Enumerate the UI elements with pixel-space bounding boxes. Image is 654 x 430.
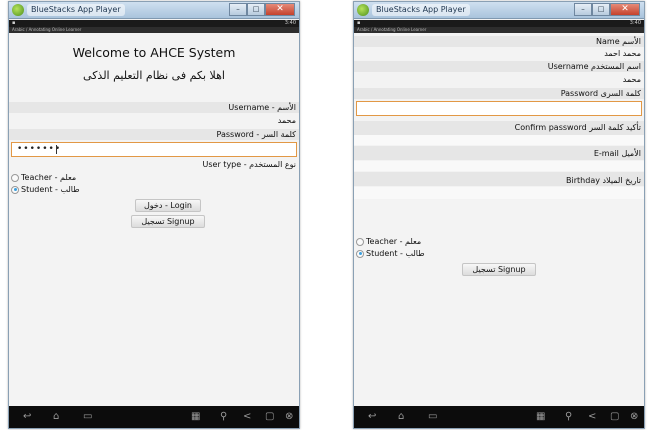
recent-apps-icon[interactable]: ▭ (83, 411, 92, 423)
screen-icon[interactable]: ▢ (610, 411, 619, 423)
radio-student-label: Student - طالب (21, 185, 80, 194)
password-label: كلمة السر - Password (216, 130, 296, 139)
radio-student-circle[interactable] (11, 185, 19, 194)
window-title: BlueStacks App Player (372, 4, 470, 16)
radio-teacher-circle[interactable] (11, 173, 19, 182)
radio-teacher-circle[interactable] (356, 237, 364, 246)
window-titlebar: BlueStacks App Player – □ ✕ (9, 2, 299, 19)
android-status-bar: ▪ 3:40 (354, 20, 644, 27)
password-value: ••••••• (17, 144, 62, 154)
username-label: اسم المستخدم Username (547, 62, 641, 71)
settings-icon[interactable]: ⊗ (630, 411, 638, 423)
bluestacks-logo-icon (12, 4, 24, 16)
android-nav-bar: ↩ ⌂ ▭ ▦ ⚲ < ▢ ⊗ (354, 406, 644, 428)
login-button[interactable]: دخول - Login (135, 199, 201, 212)
status-time: 3:40 (629, 20, 641, 26)
usertype-label: نوع المستخدم - User type (202, 160, 296, 169)
username-field[interactable]: محمد (278, 116, 296, 125)
name-label: الأسم Name (596, 37, 641, 46)
home-icon[interactable]: ⌂ (53, 411, 59, 423)
radio-teacher-label: Teacher - معلم (21, 173, 77, 182)
bluestacks-logo-icon (357, 4, 369, 16)
settings-icon[interactable]: ⊗ (285, 411, 293, 423)
name-field[interactable]: محمد احمد (604, 49, 641, 58)
home-icon[interactable]: ⌂ (398, 411, 404, 423)
text-cursor (56, 145, 57, 154)
login-form: Welcome to AHCE System اهلا بكم فى نظام … (9, 33, 299, 408)
radio-student[interactable]: Student - طالب (11, 184, 80, 195)
signup-form: الأسم Name محمد احمد اسم المستخدم Userna… (354, 33, 644, 408)
birthday-field[interactable] (354, 187, 644, 199)
maximize-icon[interactable]: □ (247, 3, 265, 16)
window-title: BlueStacks App Player (27, 4, 125, 16)
status-time: 3:40 (284, 20, 296, 26)
share-icon[interactable]: < (243, 411, 251, 423)
password-field[interactable] (356, 101, 642, 116)
android-status-bar: ▪ 3:40 (9, 20, 299, 27)
confirm-password-field[interactable] (354, 135, 644, 145)
email-field[interactable] (354, 161, 644, 171)
radio-student-circle[interactable] (356, 249, 364, 258)
username-label: الأسم - Username (228, 103, 296, 112)
back-icon[interactable]: ↩ (368, 411, 376, 423)
signup-button[interactable]: تسجيل Signup (462, 263, 536, 276)
confirm-password-label: تأكيد كلمة السر Confirm password (514, 123, 641, 132)
close-icon[interactable]: ✕ (610, 3, 640, 16)
signup-emulator-window: BlueStacks App Player – □ ✕ ▪ 3:40 Arabi… (353, 1, 645, 429)
radio-teacher[interactable]: Teacher - معلم (11, 172, 76, 183)
close-icon[interactable]: ✕ (265, 3, 295, 16)
password-field[interactable]: ••••••• (11, 142, 297, 157)
email-label: الأميل E-mail (593, 149, 641, 158)
location-icon[interactable]: ⚲ (220, 411, 227, 423)
radio-teacher[interactable]: Teacher - معلم (356, 236, 421, 247)
window-titlebar: BlueStacks App Player – □ ✕ (354, 2, 644, 19)
welcome-title: Welcome to AHCE System (72, 45, 236, 60)
keyboard-icon[interactable]: ▦ (191, 411, 200, 423)
arabic-welcome: اهلا بكم فى نظام التعليم الذكى (83, 69, 225, 82)
notification-icon: ▪ (12, 20, 16, 26)
radio-teacher-label: Teacher - معلم (366, 237, 422, 246)
signup-button[interactable]: تسجيل Signup (131, 215, 205, 228)
birthday-label: تاريخ الميلاد Birthday (566, 176, 641, 185)
login-emulator-window: BlueStacks App Player – □ ✕ ▪ 3:40 Arabi… (8, 1, 300, 429)
location-icon[interactable]: ⚲ (565, 411, 572, 423)
back-icon[interactable]: ↩ (23, 411, 31, 423)
screen-icon[interactable]: ▢ (265, 411, 274, 423)
android-nav-bar: ↩ ⌂ ▭ ▦ ⚲ < ▢ ⊗ (9, 406, 299, 428)
keyboard-icon[interactable]: ▦ (536, 411, 545, 423)
minimize-icon[interactable]: – (574, 3, 592, 16)
share-icon[interactable]: < (588, 411, 596, 423)
username-field[interactable]: محمد (623, 75, 641, 84)
recent-apps-icon[interactable]: ▭ (428, 411, 437, 423)
minimize-icon[interactable]: – (229, 3, 247, 16)
maximize-icon[interactable]: □ (592, 3, 610, 16)
radio-student[interactable]: Student - طالب (356, 248, 425, 259)
password-label: كلمة السرى Password (560, 89, 641, 98)
notification-icon: ▪ (357, 20, 361, 26)
radio-student-label: Student - طالب (366, 249, 425, 258)
